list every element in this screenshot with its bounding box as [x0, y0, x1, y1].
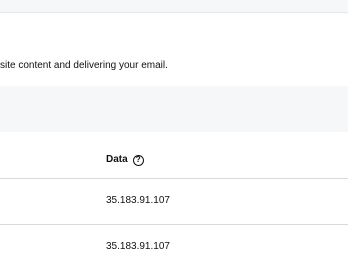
- dns-records-page: site content and delivering your email. …: [0, 0, 348, 268]
- row-divider: [0, 224, 348, 225]
- header-divider: [0, 178, 348, 179]
- question-circle-icon[interactable]: ?: [132, 154, 144, 166]
- description-text: site content and delivering your email.: [0, 60, 168, 71]
- table-cell-data: 35.183.91.107: [106, 241, 170, 252]
- column-header-data: Data ?: [106, 153, 144, 167]
- column-header-label: Data: [106, 154, 128, 165]
- table-cell-data: 35.183.91.107: [106, 195, 170, 206]
- table-toolbar-band: [0, 86, 348, 132]
- top-panel-edge: [0, 0, 348, 13]
